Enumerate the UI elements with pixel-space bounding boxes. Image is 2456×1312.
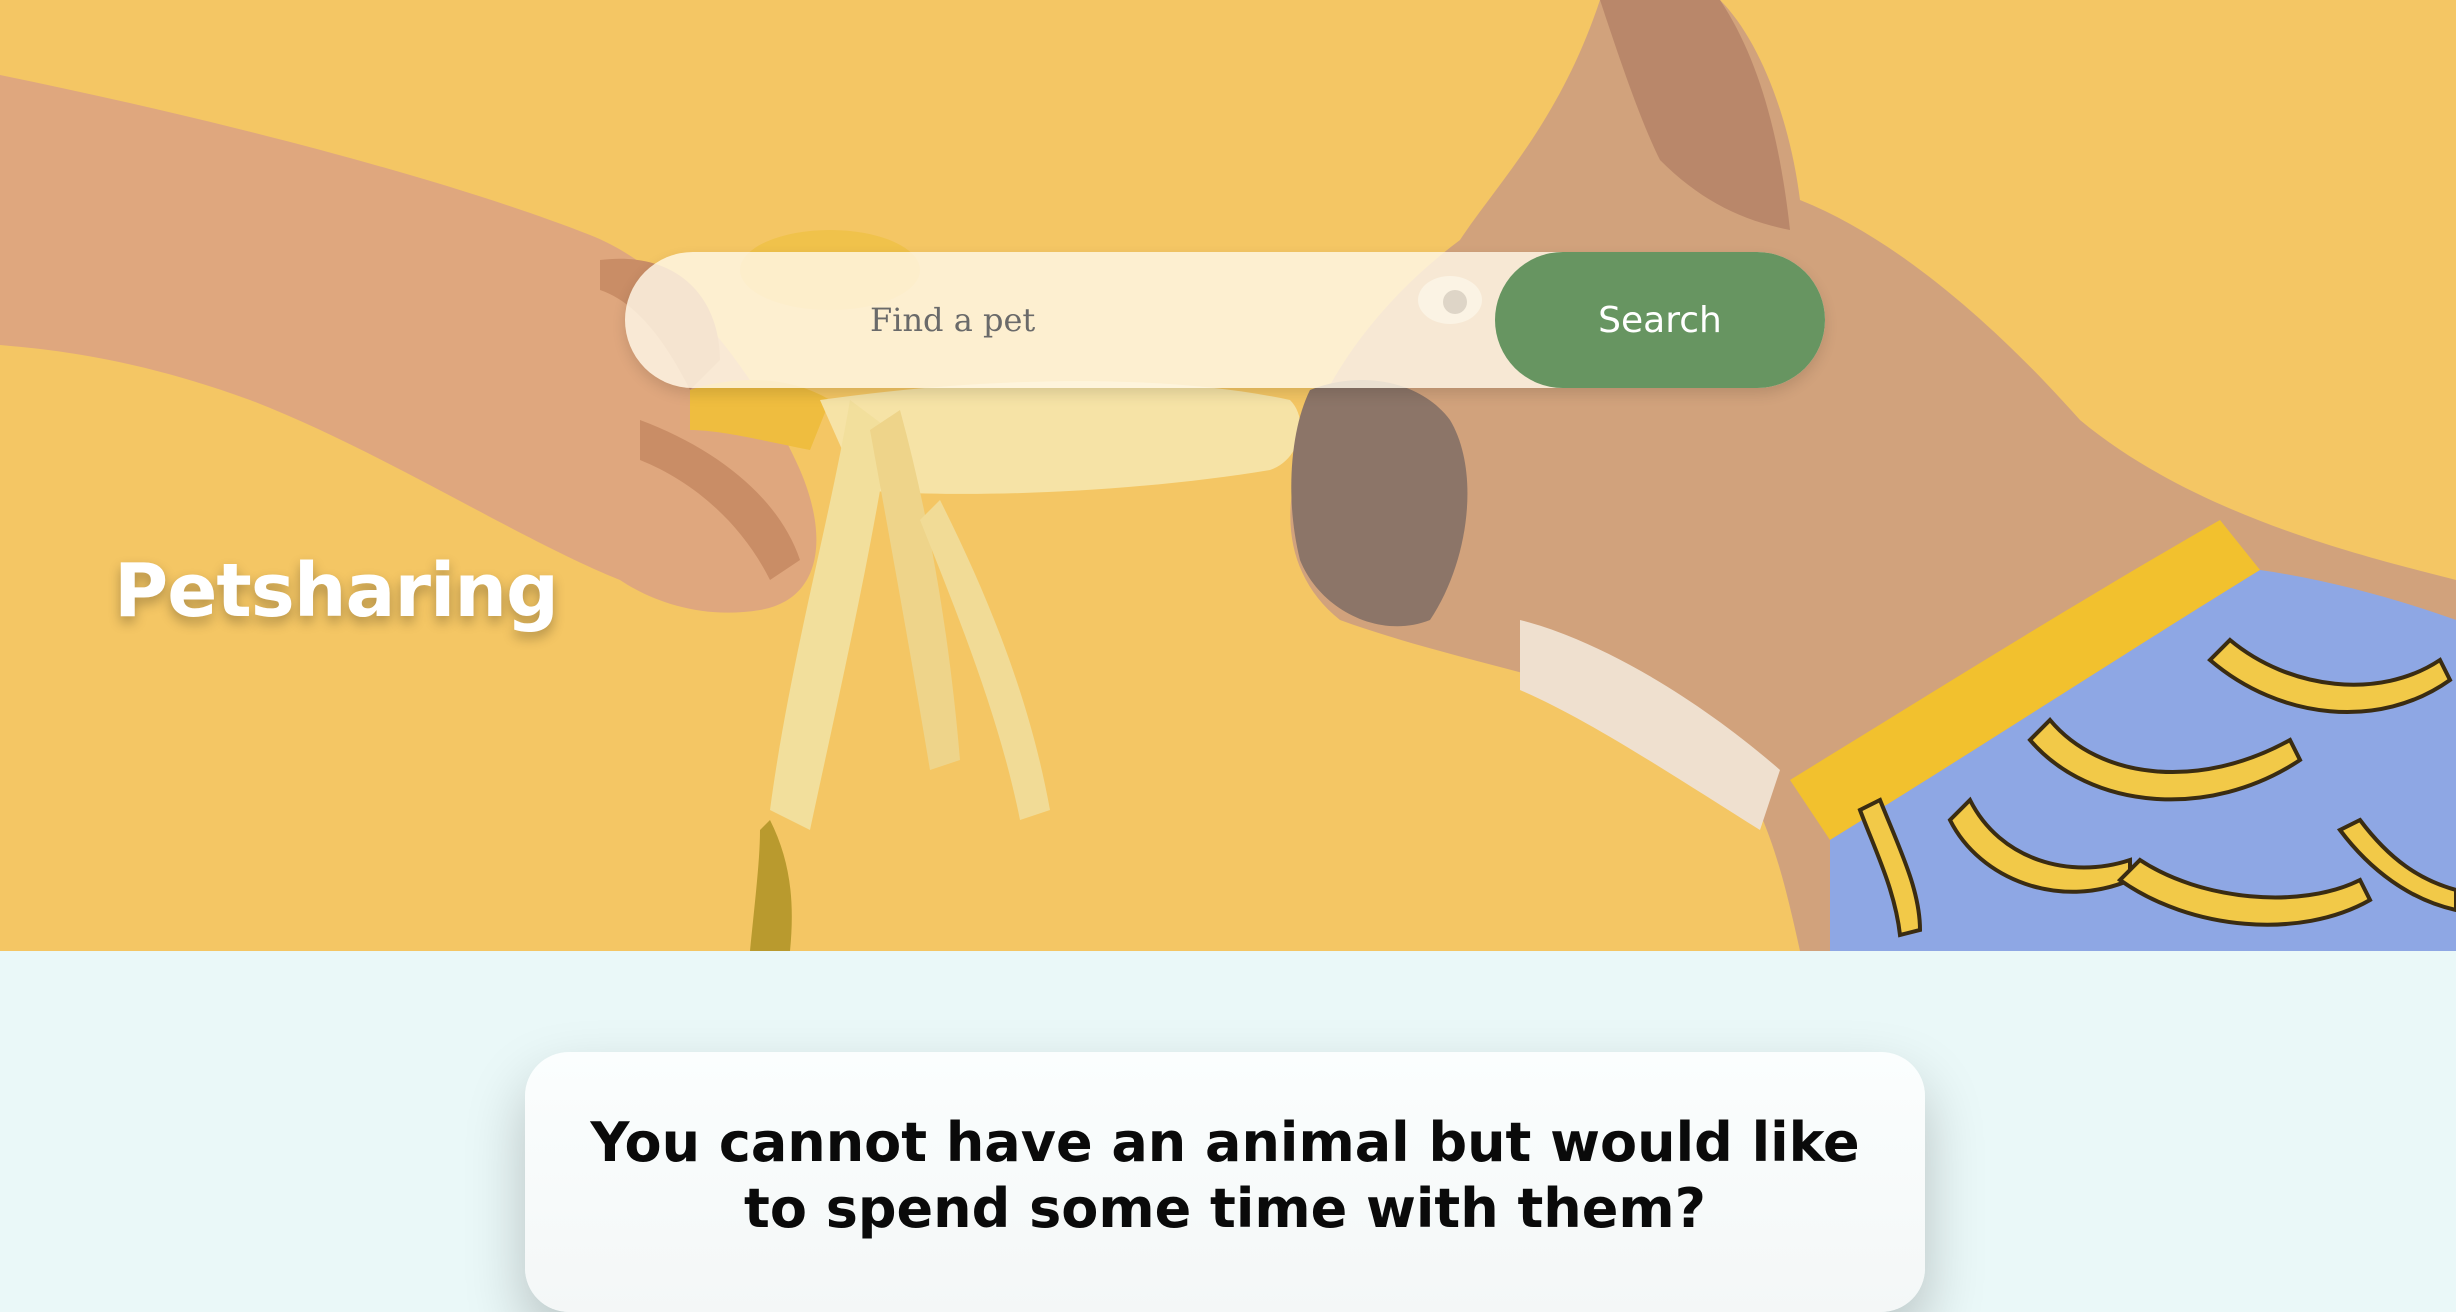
intro-card: You cannot have an animal but would like… (525, 1052, 1925, 1312)
site-brand-title: Petsharing (114, 548, 559, 634)
pet-search-bar: Search (625, 252, 2070, 388)
search-button[interactable]: Search (1495, 252, 1825, 388)
find-pet-search-input[interactable] (870, 252, 2070, 388)
hero-banner: Petsharing Search (0, 0, 2456, 951)
hero-photo-dog-banana (0, 0, 2456, 951)
intro-card-heading: You cannot have an animal but would like… (590, 1111, 1860, 1240)
